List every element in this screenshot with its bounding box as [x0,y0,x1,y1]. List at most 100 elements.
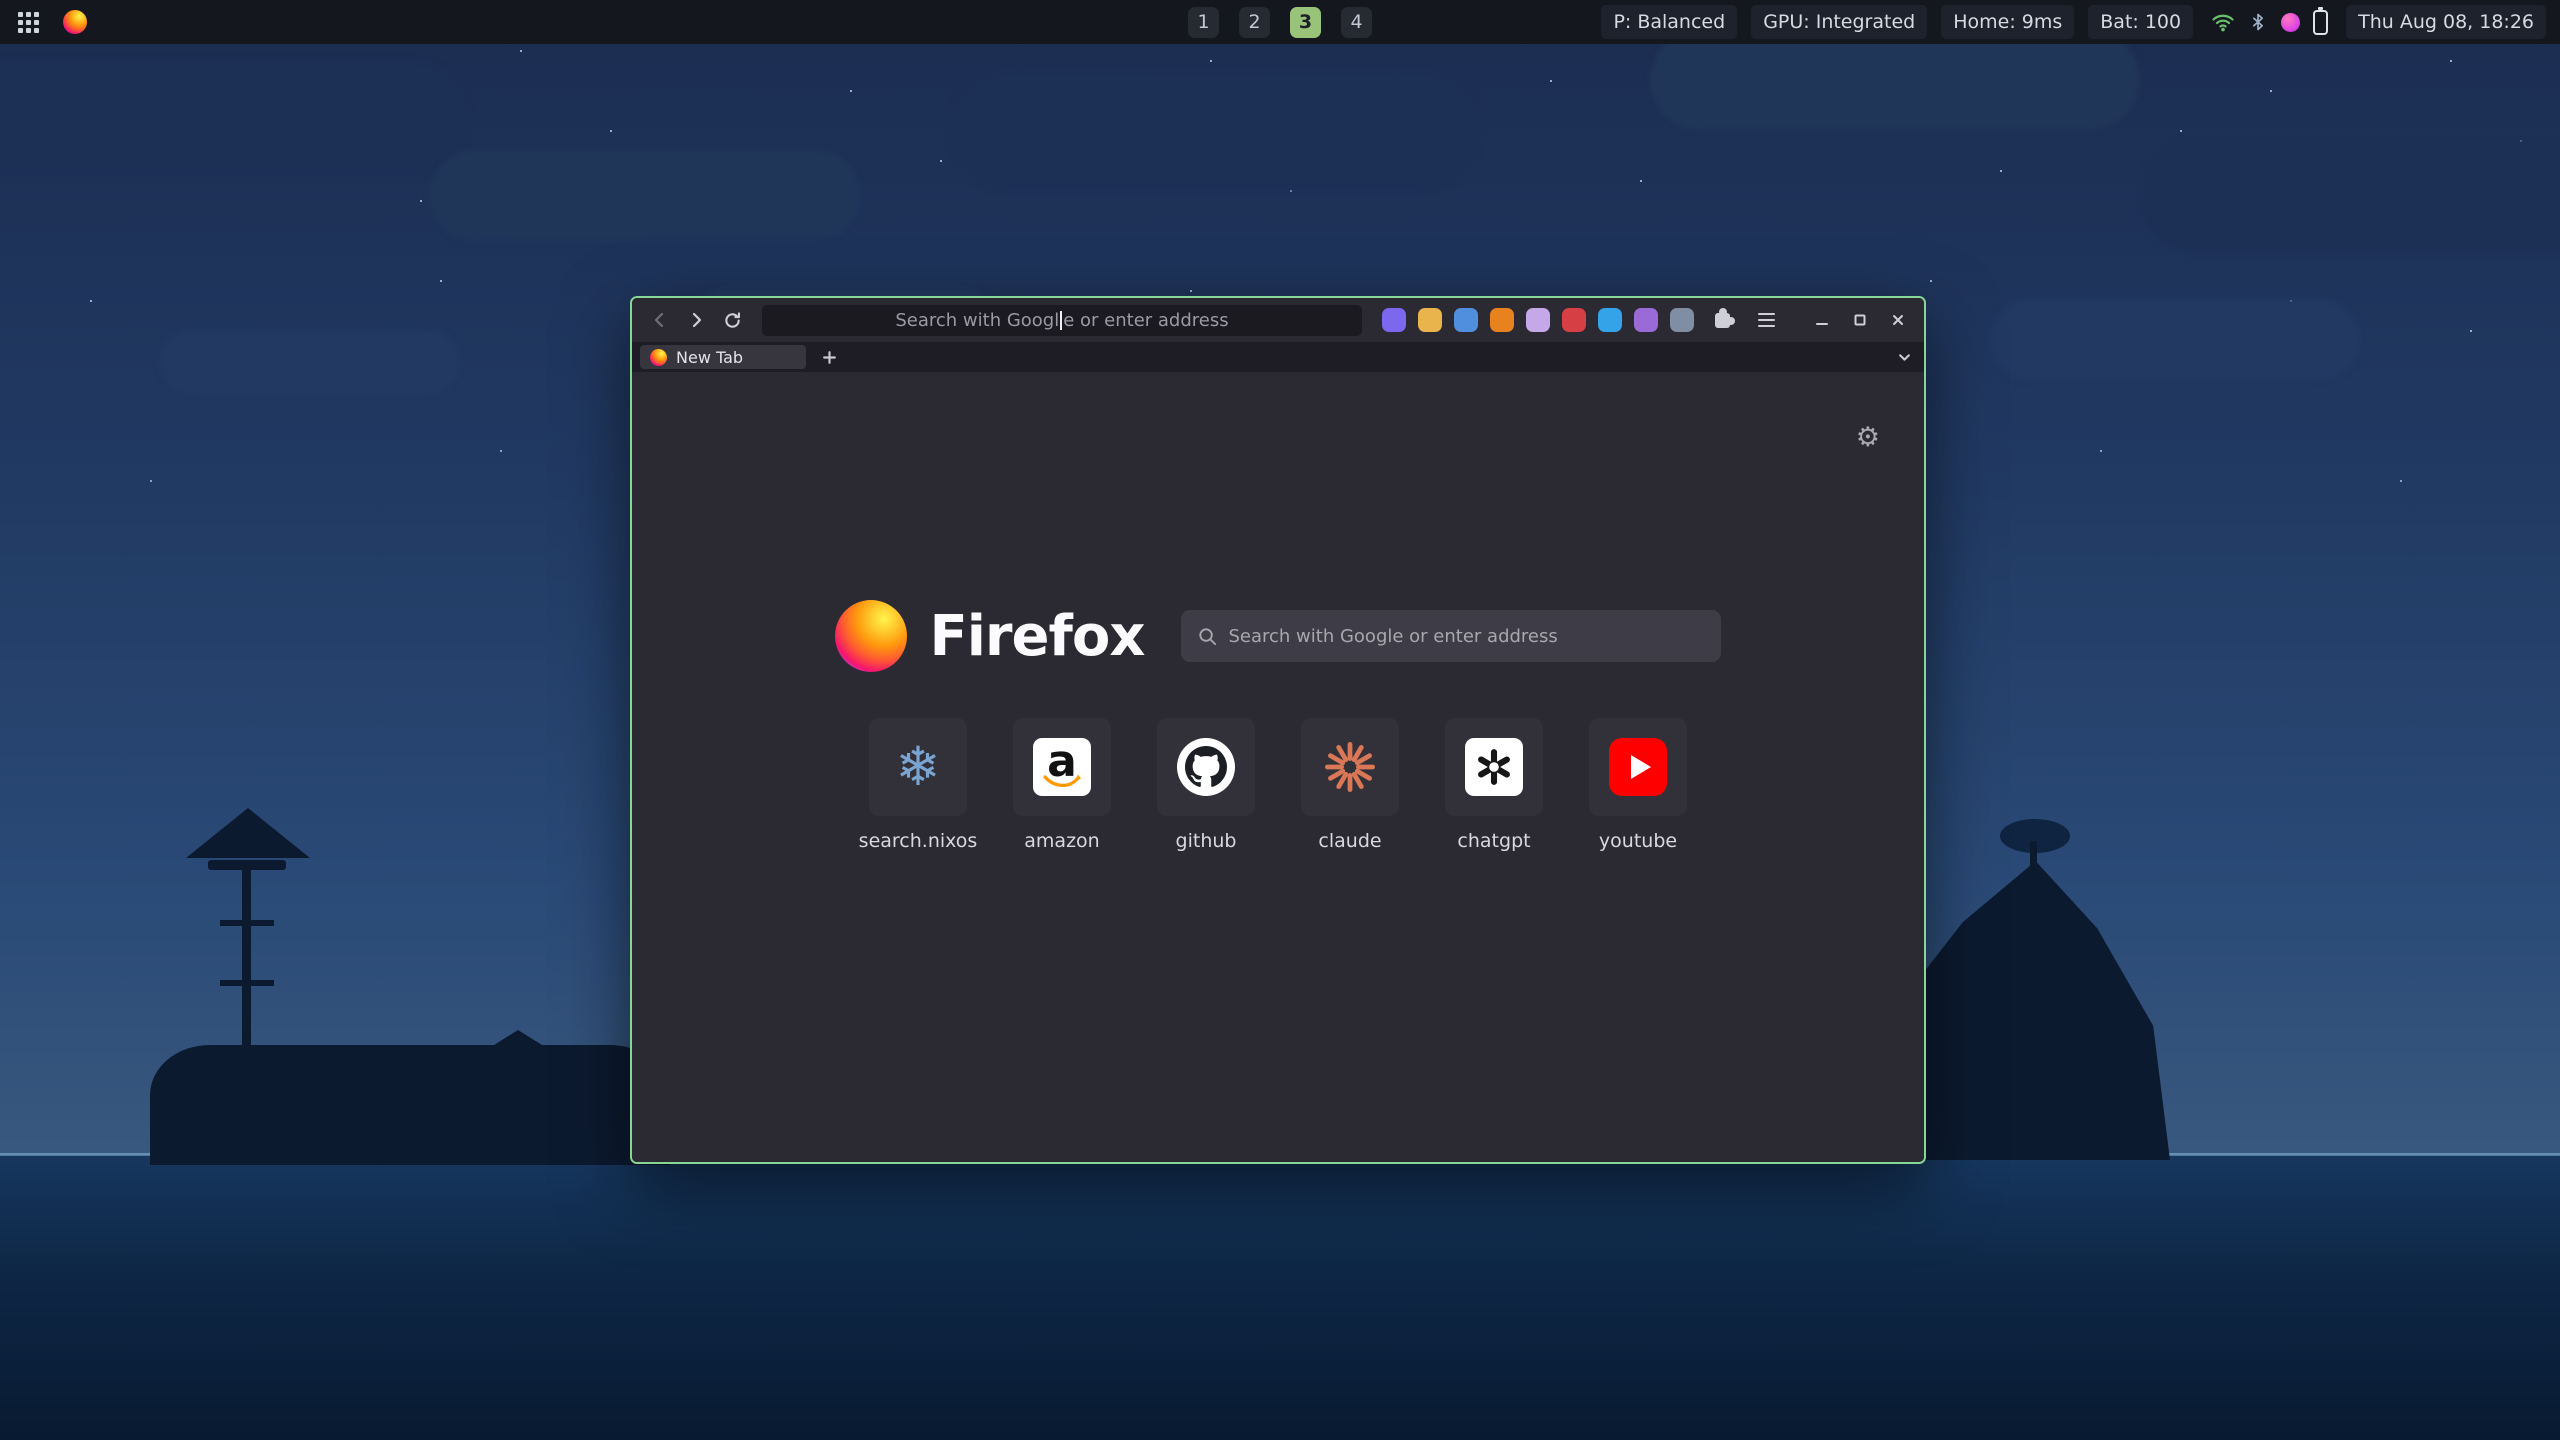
shortcut-tile [1157,718,1255,816]
maximize-button[interactable] [1846,305,1874,335]
tab-new-tab[interactable]: New Tab [640,345,806,369]
search-icon [1197,626,1218,647]
extension-icon[interactable] [1670,308,1694,332]
battery-status: Bat: 100 [2088,5,2193,39]
wallpaper-cloud [1650,30,2140,130]
shortcut-tile [1445,718,1543,816]
shortcut-label: youtube [1599,830,1677,852]
firefox-icon [63,10,87,34]
wallpaper-cloud [0,60,470,175]
text-caret [1060,311,1062,330]
extension-icon[interactable] [1382,308,1406,332]
forward-button[interactable] [680,305,712,335]
wallpaper-island-right [1890,855,2170,1160]
clock: Thu Aug 08, 18:26 [2346,5,2546,39]
firefox-launcher-button[interactable] [59,6,91,38]
magenta-indicator-icon[interactable] [2281,13,2300,32]
wallpaper-cloud [950,70,1480,190]
back-button[interactable] [644,305,676,335]
window-controls [1808,305,1912,335]
system-tray [2207,10,2332,35]
power-profile-status: P: Balanced [1601,5,1737,39]
extension-icon[interactable] [1490,308,1514,332]
amazon-icon: a [1033,738,1091,796]
firefox-window: Search with Google or enter address [630,296,1926,1164]
shortcut-label: search.nixos [859,830,978,852]
watchtower-crossbar [220,920,274,926]
browser-toolbar: Search with Google or enter address [632,298,1924,342]
top-bar-left [14,6,91,38]
minimize-button[interactable] [1808,305,1836,335]
close-button[interactable] [1884,305,1912,335]
shortcut-tile [1589,718,1687,816]
bluetooth-icon[interactable] [2248,11,2268,33]
shortcut-label: amazon [1024,830,1099,852]
shortcut-tile [1301,718,1399,816]
firefox-wordmark: Firefox [929,604,1144,669]
top-bar-right: P: Balanced GPU: Integrated Home: 9ms Ba… [1601,5,2546,39]
claude-starburst-icon [1323,740,1377,794]
url-bar[interactable]: Search with Google or enter address [762,305,1362,336]
shortcut-github[interactable]: github [1157,718,1255,852]
shortcut-tile: a [1013,718,1111,816]
extension-toolbar [1382,305,1782,335]
play-triangle-icon [1631,755,1651,779]
tab-title: New Tab [676,348,743,367]
shortcut-search-nixos[interactable]: ❄ search.nixos [869,718,967,852]
shortcut-claude[interactable]: claude [1301,718,1399,852]
battery-icon[interactable] [2313,10,2328,35]
amazon-smile-arrow [1043,774,1081,789]
gpu-status: GPU: Integrated [1751,5,1927,39]
extension-icon[interactable] [1526,308,1550,332]
firefox-logo [835,600,907,672]
shortcut-label: github [1176,830,1237,852]
chatgpt-openai-icon [1465,738,1523,796]
youtube-icon [1609,738,1667,796]
extension-icon[interactable] [1562,308,1586,332]
wallpaper-cloud [2140,140,2560,250]
extension-icon[interactable] [1454,308,1478,332]
app-launcher-button[interactable] [14,8,43,37]
island-ground [150,1045,670,1165]
shortcuts-row: ❄ search.nixos a amazon [632,718,1924,852]
workspace-button-4[interactable]: 4 [1341,7,1372,38]
url-bar-placeholder: Search with Google or enter address [895,310,1228,331]
workspace-button-1[interactable]: 1 [1188,7,1219,38]
wallpaper-ocean [0,1155,2560,1440]
firefox-favicon [650,349,667,366]
new-tab-button[interactable] [816,345,842,369]
newtab-search-bar[interactable] [1181,610,1721,662]
extension-icon[interactable] [1634,308,1658,332]
shortcut-amazon[interactable]: a amazon [1013,718,1111,852]
github-octocat-icon [1177,738,1235,796]
shortcut-label: claude [1318,830,1381,852]
wifi-icon[interactable] [2211,10,2235,34]
ping-status: Home: 9ms [1941,5,2074,39]
wallpaper-island-left [150,790,670,1165]
extension-icon[interactable] [1418,308,1442,332]
extensions-puzzle-button[interactable] [1706,305,1738,335]
shortcut-chatgpt[interactable]: chatgpt [1445,718,1543,852]
settings-gear-icon[interactable]: ⚙ [1856,424,1880,451]
wallpaper-cloud [430,150,860,240]
shortcut-tile: ❄ [869,718,967,816]
newtab-hero: Firefox [632,600,1924,672]
tab-list-chevron-button[interactable] [1890,345,1918,369]
menu-button[interactable] [1750,305,1782,335]
newtab-search-input[interactable] [1229,626,1705,647]
newtab-page: ⚙ Firefox ❄ search.nixos [632,372,1924,1162]
top-bar: 1 2 3 4 P: Balanced GPU: Integrated Home… [0,0,2560,44]
watchtower-roof [186,808,310,858]
workspace-button-2[interactable]: 2 [1239,7,1270,38]
hamburger-menu-icon [1758,313,1775,327]
shortcut-label: chatgpt [1457,830,1530,852]
puzzle-piece-icon [1715,313,1730,328]
apps-grid-icon [18,12,39,33]
workspace-switcher: 1 2 3 4 [1188,0,1372,44]
cliff-rock [1890,855,2170,1160]
nixos-snowflake-icon: ❄ [895,740,940,794]
shortcut-youtube[interactable]: youtube [1589,718,1687,852]
reload-button[interactable] [716,305,748,335]
extension-icon[interactable] [1598,308,1622,332]
workspace-button-3-active[interactable]: 3 [1290,7,1321,38]
